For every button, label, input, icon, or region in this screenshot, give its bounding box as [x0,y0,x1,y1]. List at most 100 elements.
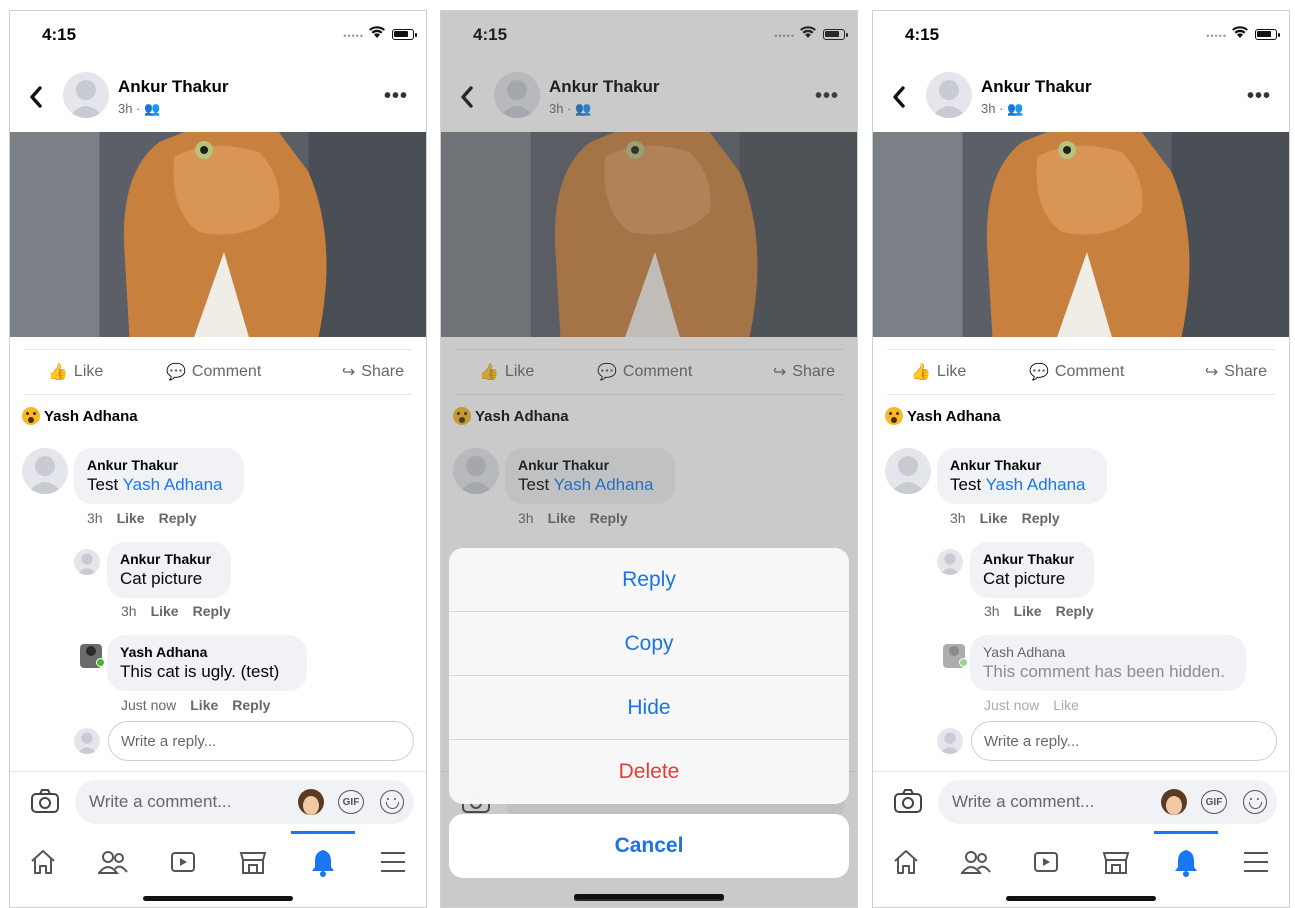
gif-icon[interactable]: GIF [338,790,364,814]
share-icon: ↪ [341,364,356,381]
signal-icon: ••••• [1206,31,1227,41]
bottom-tab-bar [873,831,1289,907]
tab-home-icon[interactable] [26,845,60,879]
screen-action-sheet: 4:15 ••••• Ankur Thakur 3h · 👥 ••• 👍 Like… [440,10,858,908]
sheet-delete-button[interactable]: Delete [449,740,849,804]
tab-home-icon[interactable] [889,845,923,879]
wifi-icon [369,26,385,38]
active-tab-indicator [1154,831,1218,834]
comment-text: Test Yash Adhana [950,475,1086,494]
screen-after-hide: 4:15 ••••• Ankur Thakur 3h · 👥 ••• 👍 Like… [872,10,1290,908]
comment-like-button[interactable]: Like [980,510,1008,526]
reply-reply-button[interactable]: Reply [1056,603,1094,619]
avatar-sticker-icon[interactable] [1161,789,1187,815]
emoji-icon[interactable] [380,790,404,814]
wow-reaction-icon [22,407,40,425]
reply-avatar[interactable] [74,549,100,575]
sheet-cancel-button[interactable]: Cancel [449,814,849,878]
friends-icon: 👥 [1007,101,1024,116]
reply-author: Ankur Thakur [983,551,1075,567]
comment-reply-button[interactable]: Reply [159,510,197,526]
reply-text: Cat picture [983,569,1066,588]
signal-icon: ••••• [343,31,364,41]
thumbs-up-icon: 👍 [48,364,68,381]
reply-avatar[interactable] [943,644,968,668]
comment-meta: 3h Like Reply [87,510,197,526]
reply-like-button[interactable]: Like [151,603,179,619]
reply-reply-button[interactable]: Reply [193,603,231,619]
reply-avatar[interactable] [80,644,105,668]
tab-watch-icon[interactable] [166,845,200,879]
reaction-summary[interactable]: Yash Adhana [22,407,138,425]
gif-icon[interactable]: GIF [1201,790,1227,814]
active-tab-indicator [291,831,355,834]
thumbs-up-icon: 👍 [911,364,931,381]
reply-input[interactable]: Write a reply... [971,721,1277,761]
comment-input[interactable]: Write a comment... GIF [75,780,414,824]
emoji-icon[interactable] [1243,790,1267,814]
reply-text: Cat picture [120,569,203,588]
reply-like-button[interactable]: Like [190,697,218,713]
reply-bubble[interactable]: Ankur Thakur Cat picture [970,542,1094,598]
bottom-tab-bar [10,831,426,907]
camera-icon[interactable] [893,788,923,814]
battery-icon [392,29,417,40]
reply-avatar[interactable] [937,549,963,575]
sheet-reply-button[interactable]: Reply [449,548,849,612]
share-button[interactable]: ↪ Share [1205,362,1267,382]
sheet-hide-button[interactable]: Hide [449,676,849,740]
comment-avatar[interactable] [22,448,68,494]
more-options-icon[interactable]: ••• [384,86,408,106]
tab-watch-icon[interactable] [1029,845,1063,879]
avatar-sticker-icon[interactable] [298,789,324,815]
tab-notifications-bell-icon[interactable] [1169,845,1203,879]
reply-like-button[interactable]: Like [1053,697,1079,713]
comment-icon: 💬 [1029,364,1049,381]
tab-marketplace-icon[interactable] [1099,845,1133,879]
comment-meta: 3h Like Reply [950,510,1060,526]
sheet-copy-button[interactable]: Copy [449,612,849,676]
more-options-icon[interactable]: ••• [1247,86,1271,106]
reply-bubble[interactable]: Ankur Thakur Cat picture [107,542,231,598]
home-indicator [143,896,293,901]
reply-input[interactable]: Write a reply... [108,721,414,761]
reply-bubble[interactable]: Yash Adhana This cat is ugly. (test) [107,635,307,691]
post-author[interactable]: Ankur Thakur [981,77,1092,97]
author-avatar[interactable] [63,72,109,118]
comment-input[interactable]: Write a comment... GIF [938,780,1277,824]
back-icon[interactable] [26,84,48,110]
share-button[interactable]: ↪ Share [342,362,404,382]
reply-like-button[interactable]: Like [1014,603,1042,619]
battery-icon [1255,29,1280,40]
post-photo[interactable] [873,132,1289,337]
comment-like-button[interactable]: Like [117,510,145,526]
tab-menu-icon[interactable] [376,845,410,879]
comment-reply-button[interactable]: Reply [1022,510,1060,526]
tab-marketplace-icon[interactable] [236,845,270,879]
post-author[interactable]: Ankur Thakur [118,77,229,97]
mention-link[interactable]: Yash Adhana [986,475,1086,494]
reply-author: Ankur Thakur [120,551,212,567]
hidden-reply-bubble[interactable]: Yash Adhana This comment has been hidden… [970,635,1246,691]
like-button[interactable]: 👍 Like [911,362,966,382]
tab-friends-icon[interactable] [96,845,130,879]
post-meta: 3h · 👥 [118,101,161,116]
comment-avatar[interactable] [885,448,931,494]
post-photo[interactable] [10,132,426,337]
comment-bubble[interactable]: Ankur Thakur Test Yash Adhana [937,448,1107,504]
tab-notifications-bell-icon[interactable] [306,845,340,879]
back-icon[interactable] [889,84,911,110]
mention-link[interactable]: Yash Adhana [123,475,223,494]
comment-composer: Write a comment... GIF [873,771,1289,831]
reply-reply-button[interactable]: Reply [232,697,270,713]
reaction-summary[interactable]: Yash Adhana [885,407,1001,425]
comment-bubble[interactable]: Ankur Thakur Test Yash Adhana [74,448,244,504]
like-button[interactable]: 👍 Like [48,362,103,382]
post-header: Ankur Thakur 3h · 👥 ••• [873,66,1289,131]
tab-friends-icon[interactable] [959,845,993,879]
tab-menu-icon[interactable] [1239,845,1273,879]
camera-icon[interactable] [30,788,60,814]
author-avatar[interactable] [926,72,972,118]
wow-reaction-icon [885,407,903,425]
reply-input-avatar [937,728,963,754]
